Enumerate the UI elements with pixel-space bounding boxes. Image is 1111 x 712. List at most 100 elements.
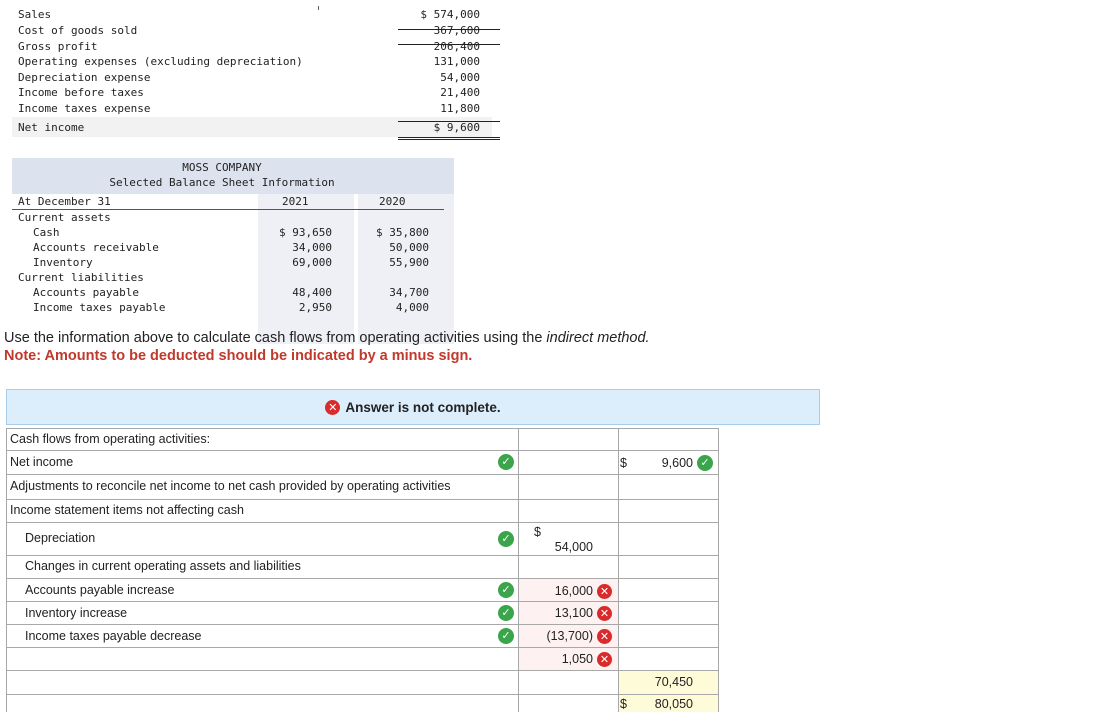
balance-subtitle-text: Selected Balance Sheet Information — [109, 176, 335, 189]
ap-increase-input[interactable]: 16,000 — [526, 584, 593, 598]
inventory-2021: 69,000 — [292, 256, 332, 269]
cash-label: Cash — [33, 226, 60, 239]
current-assets-heading: Current assets — [12, 210, 444, 225]
income-amount: 367,600 — [433, 24, 480, 37]
grid-line — [6, 428, 719, 429]
balance-column-header: At December 31 2021 2020 — [12, 194, 444, 210]
cash-2020: $ 35,800 — [376, 226, 429, 239]
adjustments-label: Adjustments to reconcile net income to n… — [10, 479, 451, 493]
instructions: Use the information above to calculate c… — [4, 330, 650, 364]
incorrect-x-icon: ✕ — [597, 584, 612, 599]
total-dollar-sign: $ — [620, 697, 627, 711]
grid-line — [6, 647, 719, 648]
ap-2020: 34,700 — [389, 286, 429, 299]
year-2020: 2020 — [379, 195, 406, 208]
income-row-gross-profit: Gross profit 206,400 — [12, 39, 492, 55]
depreciation-dollar-sign: $ — [534, 525, 541, 539]
tick-mark — [318, 6, 319, 10]
income-amount: 11,800 — [440, 101, 480, 115]
extra-adjustment-input[interactable]: 1,050 — [526, 652, 593, 666]
grid-line — [6, 555, 719, 556]
inventory-2020: 55,900 — [389, 256, 429, 269]
net-cash-operating-value[interactable]: 80,050 — [636, 697, 693, 711]
noncash-items-label: Income statement items not affecting cas… — [10, 503, 244, 517]
balance-header-text: MOSS COMPANY Selected Balance Sheet Info… — [12, 158, 442, 194]
current-liabilities-label: Current liabilities — [18, 271, 144, 284]
grid-line — [6, 499, 719, 500]
balance-sheet: MOSS COMPANY Selected Balance Sheet Info… — [12, 158, 454, 344]
answer-status-banner: ✕ Answer is not complete. — [6, 389, 820, 425]
itp-label: Income taxes payable — [33, 301, 166, 314]
depreciation-input[interactable]: 54,000 — [526, 540, 593, 554]
income-label: Sales — [18, 8, 52, 21]
ar-row: Accounts receivable 34,000 50,000 — [12, 240, 444, 255]
income-row-operating-expenses: Operating expenses (excluding depreciati… — [12, 54, 492, 70]
income-label: Gross profit — [18, 39, 98, 53]
ar-2020: 50,000 — [389, 241, 429, 254]
income-amount: 131,000 — [433, 55, 480, 68]
inventory-label: Inventory — [33, 256, 93, 269]
grid-line — [518, 428, 519, 712]
correct-check-icon: ✓ — [498, 454, 514, 470]
income-row-sales: Sales $ 574,000 — [12, 6, 492, 23]
net-income-input[interactable]: 9,600 — [636, 456, 693, 470]
rule-line — [398, 29, 500, 30]
current-liabilities-heading: Current liabilities — [12, 270, 444, 285]
ar-label: Accounts receivable — [33, 241, 159, 254]
incorrect-x-icon: ✕ — [597, 629, 612, 644]
banner-text: Answer is not complete. — [345, 399, 501, 415]
correct-check-icon: ✓ — [498, 628, 514, 644]
income-label: Income before taxes — [18, 86, 144, 99]
instruction-main: Use the information above to calculate c… — [4, 330, 547, 346]
instruction-text: Use the information above to calculate c… — [4, 330, 650, 346]
income-label: Cost of goods sold — [18, 24, 138, 37]
rule-line — [398, 44, 500, 45]
income-row-taxes: Income taxes expense 11,800 — [12, 101, 492, 117]
income-row-cogs: Cost of goods sold 367,600 — [12, 23, 492, 39]
current-assets-label: Current assets — [18, 211, 111, 224]
ap-2021: 48,400 — [292, 286, 332, 299]
total-adjustments-value[interactable]: 70,450 — [636, 675, 693, 689]
income-amount: 54,000 — [440, 70, 480, 84]
cash-flow-table: Cash flows from operating activities: Ne… — [6, 428, 719, 712]
income-label: Income taxes expense — [18, 101, 151, 115]
itp-decrease-input[interactable]: (13,700) — [526, 629, 593, 643]
itp-row: Income taxes payable 2,950 4,000 — [12, 300, 444, 315]
grid-line — [6, 578, 719, 579]
grid-line — [6, 624, 719, 625]
grid-line — [6, 694, 719, 695]
income-amount: $ 574,000 — [420, 8, 480, 21]
correct-check-icon: ✓ — [697, 455, 713, 471]
year-2021: 2021 — [282, 195, 309, 208]
net-income-label: Net income — [10, 455, 74, 469]
income-label: Net income — [18, 121, 85, 134]
grid-line — [718, 428, 719, 712]
ar-2021: 34,000 — [292, 241, 332, 254]
grid-line — [6, 428, 7, 712]
income-amount: 206,400 — [433, 39, 480, 53]
grid-line — [6, 522, 719, 523]
grid-line — [6, 474, 719, 475]
income-label: Operating expenses (excluding depreciati… — [18, 55, 303, 68]
double-rule-line — [398, 139, 500, 140]
grid-line — [6, 450, 719, 451]
income-row-before-taxes: Income before taxes 21,400 — [12, 85, 492, 101]
income-label: Depreciation expense — [18, 70, 151, 84]
cash-row: Cash $ 93,650 $ 35,800 — [12, 225, 444, 240]
changes-label: Changes in current operating assets and … — [25, 559, 301, 573]
ap-increase-label: Accounts payable increase — [25, 583, 175, 597]
inventory-row: Inventory 69,000 55,900 — [12, 255, 444, 270]
instruction-note: Note: Amounts to be deducted should be i… — [4, 348, 473, 364]
incorrect-x-icon: ✕ — [597, 652, 612, 667]
itp-2021: 2,950 — [298, 301, 332, 314]
correct-check-icon: ✓ — [498, 605, 514, 621]
itp-decrease-label: Income taxes payable decrease — [25, 629, 202, 643]
double-rule-line — [398, 137, 500, 138]
correct-check-icon: ✓ — [498, 582, 514, 598]
date-label: At December 31 — [18, 195, 111, 208]
grid-line — [6, 670, 719, 671]
rule-line — [398, 121, 500, 122]
income-row-depreciation: Depreciation expense 54,000 — [12, 70, 492, 86]
inventory-increase-input[interactable]: 13,100 — [526, 606, 593, 620]
depreciation-label: Depreciation — [25, 531, 96, 545]
